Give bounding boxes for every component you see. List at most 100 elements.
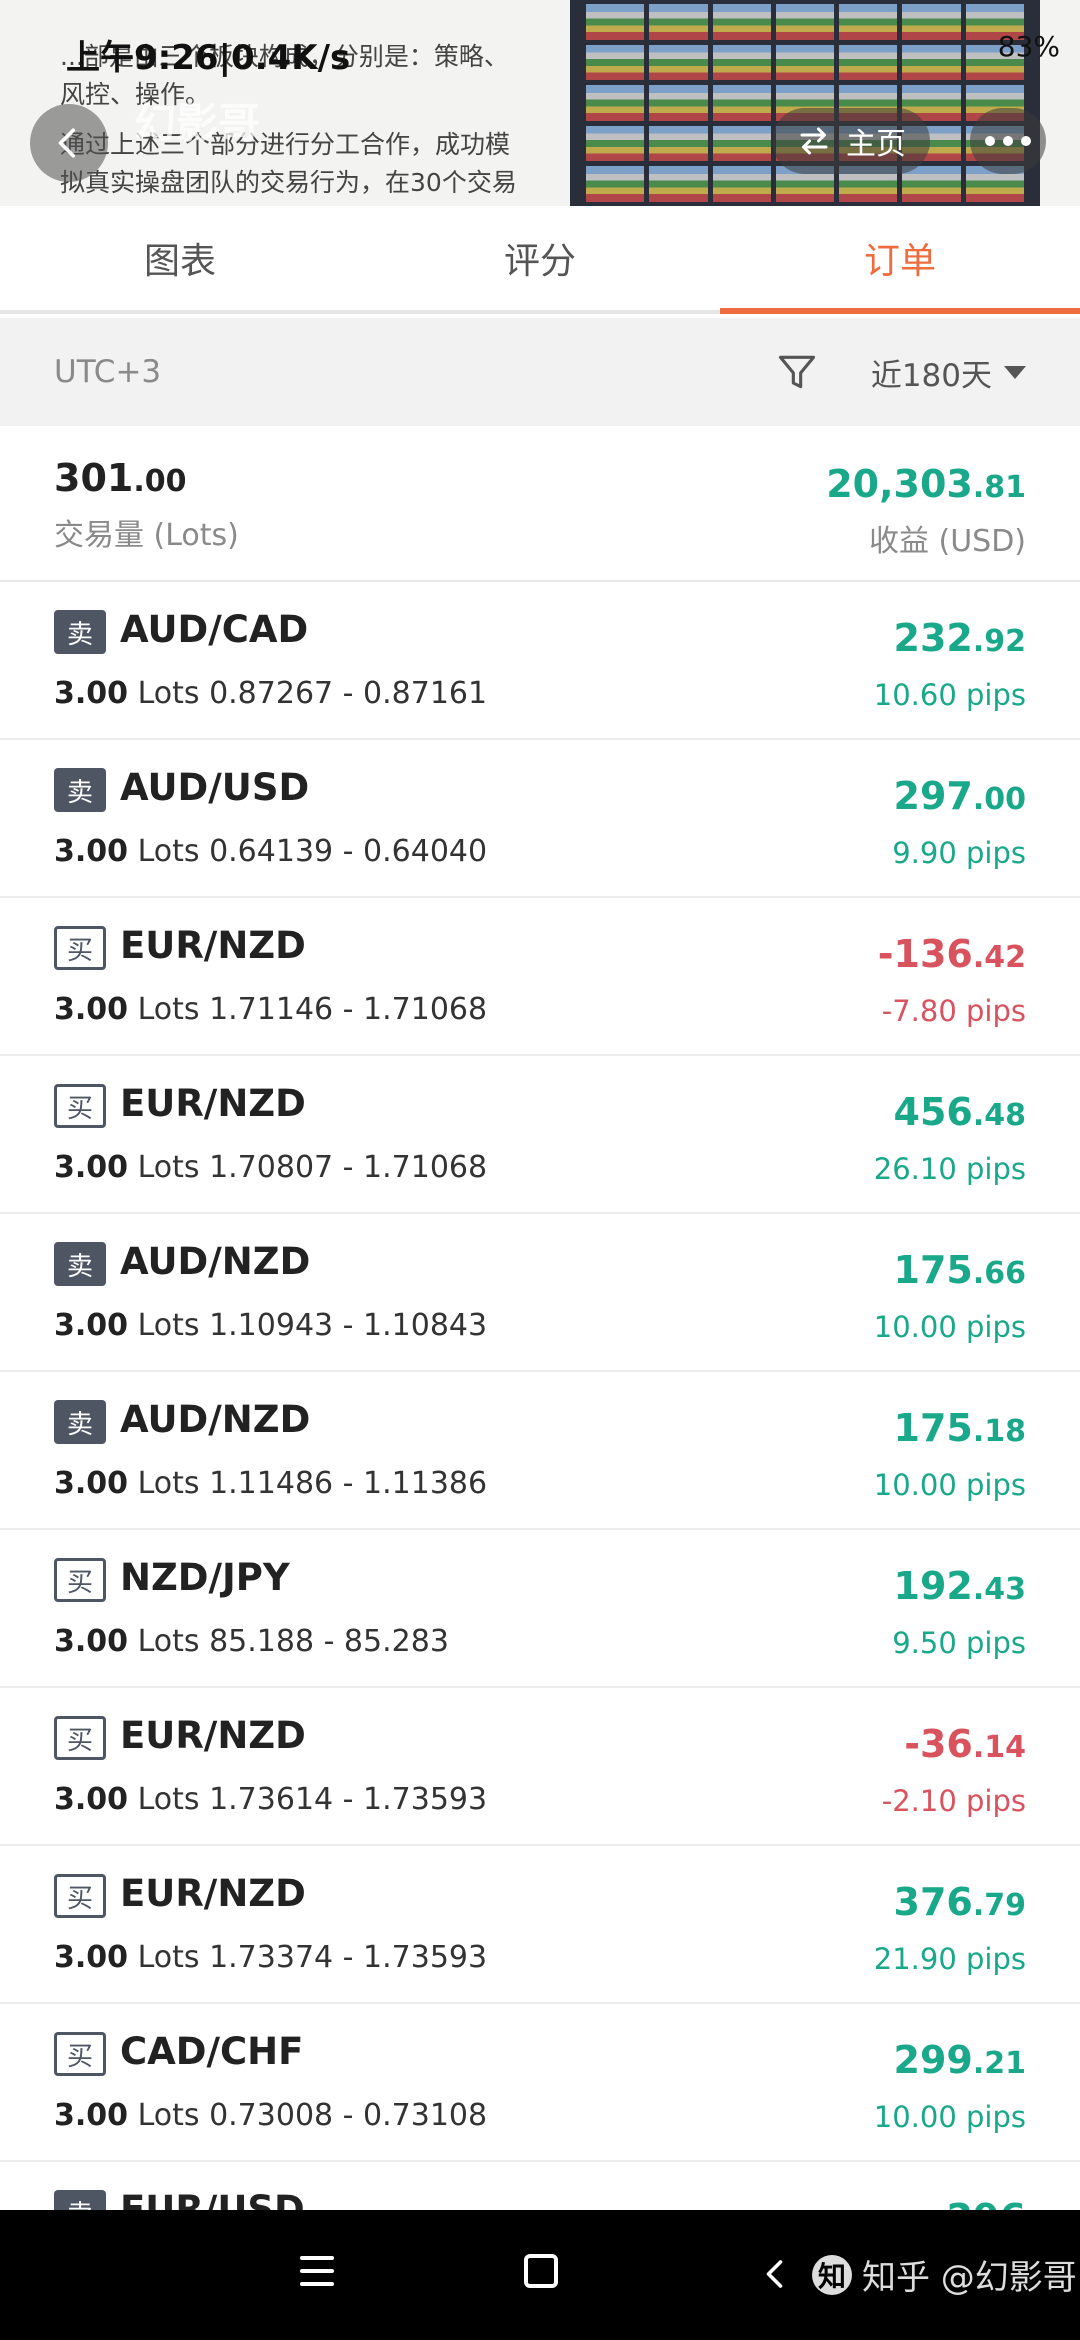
pips-value: 26.10 pips (873, 1152, 1026, 1186)
pnl-value: -36.14 (904, 1722, 1026, 1766)
side-badge: 买 (54, 1084, 106, 1128)
price-range: 85.188 - 85.283 (209, 1624, 449, 1659)
pnl-decimal: .18 (972, 1414, 1026, 1449)
order-row[interactable]: 卖 AUD/CAD 3.00 Lots 0.87267 - 0.87161 232.9… (0, 582, 1080, 740)
pips-value: 9.50 pips (892, 1626, 1026, 1660)
lots-unit: Lots (137, 1940, 200, 1975)
lots-value: 3.00 (54, 1782, 129, 1817)
zhihu-logo-icon: 知 (812, 2254, 852, 2295)
timezone-label: UTC+3 (54, 354, 162, 390)
order-detail: 3.00 Lots 0.87267 - 0.87161 (54, 676, 487, 711)
pnl-integer: 232 (893, 616, 973, 660)
system-nav-bar: 知 知乎 @幻影哥 (0, 2210, 1080, 2340)
pnl-decimal: .00 (972, 782, 1026, 817)
order-row[interactable]: 买 EUR/NZD 3.00 Lots 1.71146 - 1.71068 -136.… (0, 898, 1080, 1056)
battery-indicator: 83% (997, 30, 1060, 63)
order-row[interactable]: 卖 AUD/NZD 3.00 Lots 1.11486 - 1.11386 175.1… (0, 1372, 1080, 1530)
pnl-integer: 175 (893, 1406, 973, 1450)
pnl-decimal: .92 (972, 624, 1026, 659)
more-options-button[interactable] (970, 108, 1046, 174)
pnl-value: -136.42 (878, 932, 1026, 976)
pips-value: -2.10 pips (881, 1784, 1026, 1818)
lots-value: 3.00 (54, 1150, 129, 1185)
filter-icon[interactable] (775, 350, 819, 394)
pnl-integer: -136 (877, 932, 973, 976)
nav-back-icon[interactable] (758, 2254, 794, 2294)
filter-bar: UTC+3 近180天 (0, 318, 1080, 426)
side-badge: 买 (54, 1716, 106, 1760)
order-detail: 3.00 Lots 1.71146 - 1.71068 (54, 992, 487, 1027)
order-detail: 3.00 Lots 1.70807 - 1.71068 (54, 1150, 487, 1185)
app-title: 幻影哥 (134, 99, 261, 148)
orders-list: 卖 AUD/CAD 3.00 Lots 0.87267 - 0.87161 232.9… (0, 582, 1080, 2222)
tab-chart[interactable]: 图表 (0, 206, 360, 310)
lots-value: 3.00 (54, 834, 129, 869)
pnl-value: 175.18 (894, 1406, 1026, 1450)
volume-decimal: .00 (133, 464, 187, 499)
lots-unit: Lots (137, 1150, 200, 1185)
order-row[interactable]: 买 EUR/NZD 3.00 Lots 1.73614 - 1.73593 -36.1… (0, 1688, 1080, 1846)
header-banner: ...部是由三个板块构成，分别是：策略、风控、操作。 通过上述三个部分进行分工合… (0, 0, 1080, 206)
volume-label: 交易量 (Lots) (54, 518, 239, 553)
order-detail: 3.00 Lots 85.188 - 85.283 (54, 1624, 449, 1659)
range-dropdown[interactable]: 近180天 (871, 350, 1026, 395)
pnl-value: 299.21 (894, 2038, 1026, 2082)
lots-unit: Lots (137, 1308, 200, 1343)
currency-pair: EUR/NZD (120, 924, 306, 967)
home-button[interactable]: 主页 (772, 108, 930, 174)
pnl-value: 232.92 (894, 616, 1026, 660)
profit-label: 收益 (USD) (868, 524, 1026, 559)
order-row[interactable]: 卖 AUD/USD 3.00 Lots 0.64139 - 0.64040 297.0… (0, 740, 1080, 898)
pnl-decimal: .21 (972, 2046, 1026, 2081)
order-row[interactable]: 买 CAD/CHF 3.00 Lots 0.73008 - 0.73108 299.2… (0, 2004, 1080, 2162)
lots-unit: Lots (137, 992, 200, 1027)
status-bar: 上午9:26|0.4K/s 83% (0, 0, 1080, 90)
currency-pair: EUR/NZD (120, 1082, 306, 1125)
order-row[interactable]: 买 EUR/NZD 3.00 Lots 1.70807 - 1.71068 456.4… (0, 1056, 1080, 1214)
price-range: 0.87267 - 0.87161 (209, 676, 488, 711)
tab-bar: 图表 评分 订单 (0, 206, 1080, 314)
pnl-integer: 297 (893, 774, 973, 818)
pnl-value: 297.00 (894, 774, 1026, 818)
pips-value: -7.80 pips (881, 994, 1026, 1028)
pips-value: 21.90 pips (873, 1942, 1026, 1976)
home-label: 主页 (846, 127, 906, 162)
more-dot-icon (1003, 136, 1013, 146)
pnl-decimal: .14 (972, 1730, 1026, 1765)
lots-value: 3.00 (54, 1466, 129, 1501)
lots-unit: Lots (137, 676, 200, 711)
lots-value: 3.00 (54, 676, 129, 711)
currency-pair: NZD/JPY (120, 1556, 290, 1599)
order-detail: 3.00 Lots 1.73374 - 1.73593 (54, 1940, 487, 1975)
currency-pair: AUD/NZD (120, 1240, 311, 1283)
pips-value: 10.00 pips (873, 2100, 1026, 2134)
price-range: 1.73374 - 1.73593 (209, 1940, 488, 1975)
price-range: 1.73614 - 1.73593 (209, 1782, 488, 1817)
pnl-value: 376.79 (894, 1880, 1026, 1924)
swap-icon (800, 127, 828, 155)
lots-unit: Lots (137, 834, 200, 869)
currency-pair: CAD/CHF (120, 2030, 304, 2073)
lots-unit: Lots (137, 2098, 200, 2133)
tab-orders[interactable]: 订单 (720, 206, 1080, 314)
watermark: 知 知乎 @幻影哥 (812, 2250, 1077, 2299)
menu-icon[interactable] (300, 2256, 334, 2295)
side-badge: 买 (54, 1874, 106, 1918)
home-square-icon[interactable] (524, 2254, 558, 2288)
price-range: 1.10943 - 1.10843 (209, 1308, 488, 1343)
side-badge: 买 (54, 926, 106, 970)
order-row[interactable]: 卖 AUD/NZD 3.00 Lots 1.10943 - 1.10843 175.6… (0, 1214, 1080, 1372)
order-row[interactable]: 买 NZD/JPY 3.00 Lots 85.188 - 85.283 192.43 9… (0, 1530, 1080, 1688)
back-button[interactable] (30, 104, 108, 182)
price-range: 0.64139 - 0.64040 (209, 834, 488, 869)
pnl-integer: 456 (893, 1090, 973, 1134)
article-line-2: 通过上述三个部分进行分工合作，成功模拟真实操盘团队的交易行为，在30个交易对中进… (60, 130, 517, 197)
pips-value: 10.60 pips (873, 678, 1026, 712)
profit-decimal: .81 (972, 470, 1026, 505)
volume-summary: 301.00 交易量 (Lots) (54, 456, 239, 554)
pnl-integer: 192 (893, 1564, 973, 1608)
order-row[interactable]: 买 EUR/NZD 3.00 Lots 1.73374 - 1.73593 376.7… (0, 1846, 1080, 2004)
currency-pair: AUD/USD (120, 766, 310, 809)
tab-rating[interactable]: 评分 (360, 206, 720, 310)
pnl-value: 192.43 (894, 1564, 1026, 1608)
